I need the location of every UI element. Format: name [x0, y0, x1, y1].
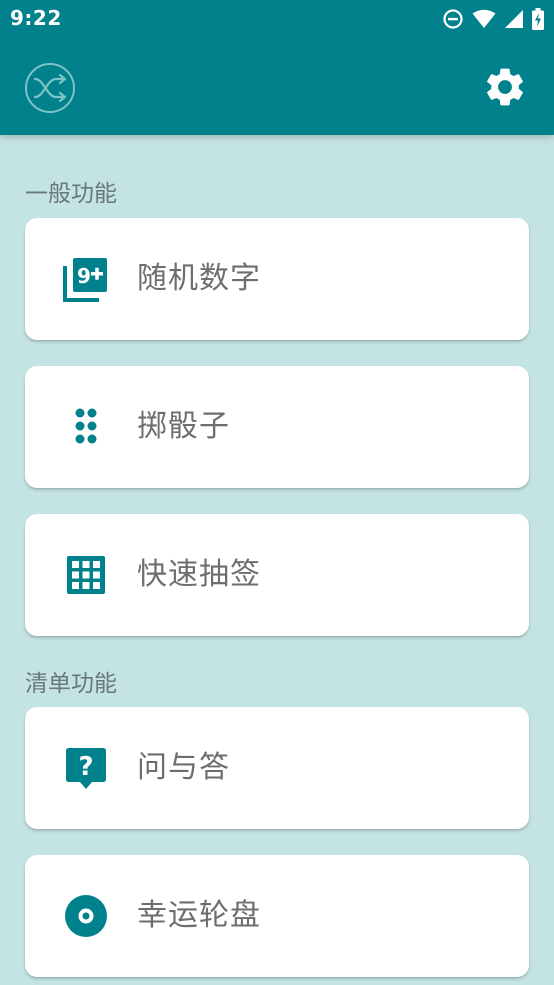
- app-bar: [0, 38, 554, 135]
- random-number-button[interactable]: 9 随机数字: [25, 218, 529, 340]
- section-title-list: 清单功能: [25, 671, 117, 697]
- svg-text:?: ?: [78, 752, 93, 782]
- question-bubble-icon: ?: [66, 748, 106, 789]
- signal-icon: [505, 10, 523, 28]
- status-icons: [442, 8, 544, 30]
- quick-draw-label: 快速抽签: [137, 557, 261, 592]
- question-answer-label: 问与答: [137, 750, 230, 785]
- lucky-wheel-label: 幸运轮盘: [137, 898, 261, 933]
- battery-charging-icon: [532, 8, 544, 30]
- wifi-icon: [472, 9, 496, 28]
- numbers-9plus-icon: 9: [63, 258, 107, 302]
- quick-draw-button[interactable]: 快速抽签: [25, 514, 529, 636]
- random-number-label: 随机数字: [137, 261, 261, 296]
- section-title-general: 一般功能: [25, 181, 117, 207]
- dice-dots-icon: [75, 408, 97, 444]
- settings-button[interactable]: [482, 64, 528, 110]
- status-time: 9:22: [10, 6, 62, 30]
- grid-icon: [67, 556, 105, 594]
- question-answer-button[interactable]: ? 问与答: [25, 707, 529, 829]
- svg-text:9: 9: [77, 264, 91, 288]
- disc-icon: [65, 895, 107, 937]
- lucky-wheel-button[interactable]: 幸运轮盘: [25, 855, 529, 977]
- roll-dice-button[interactable]: 掷骰子: [25, 366, 529, 488]
- gear-icon: [487, 68, 523, 106]
- do-not-disturb-icon: [443, 9, 463, 29]
- shuffle-icon[interactable]: [24, 62, 76, 114]
- status-bar: 9:22: [0, 0, 554, 38]
- roll-dice-label: 掷骰子: [137, 409, 230, 444]
